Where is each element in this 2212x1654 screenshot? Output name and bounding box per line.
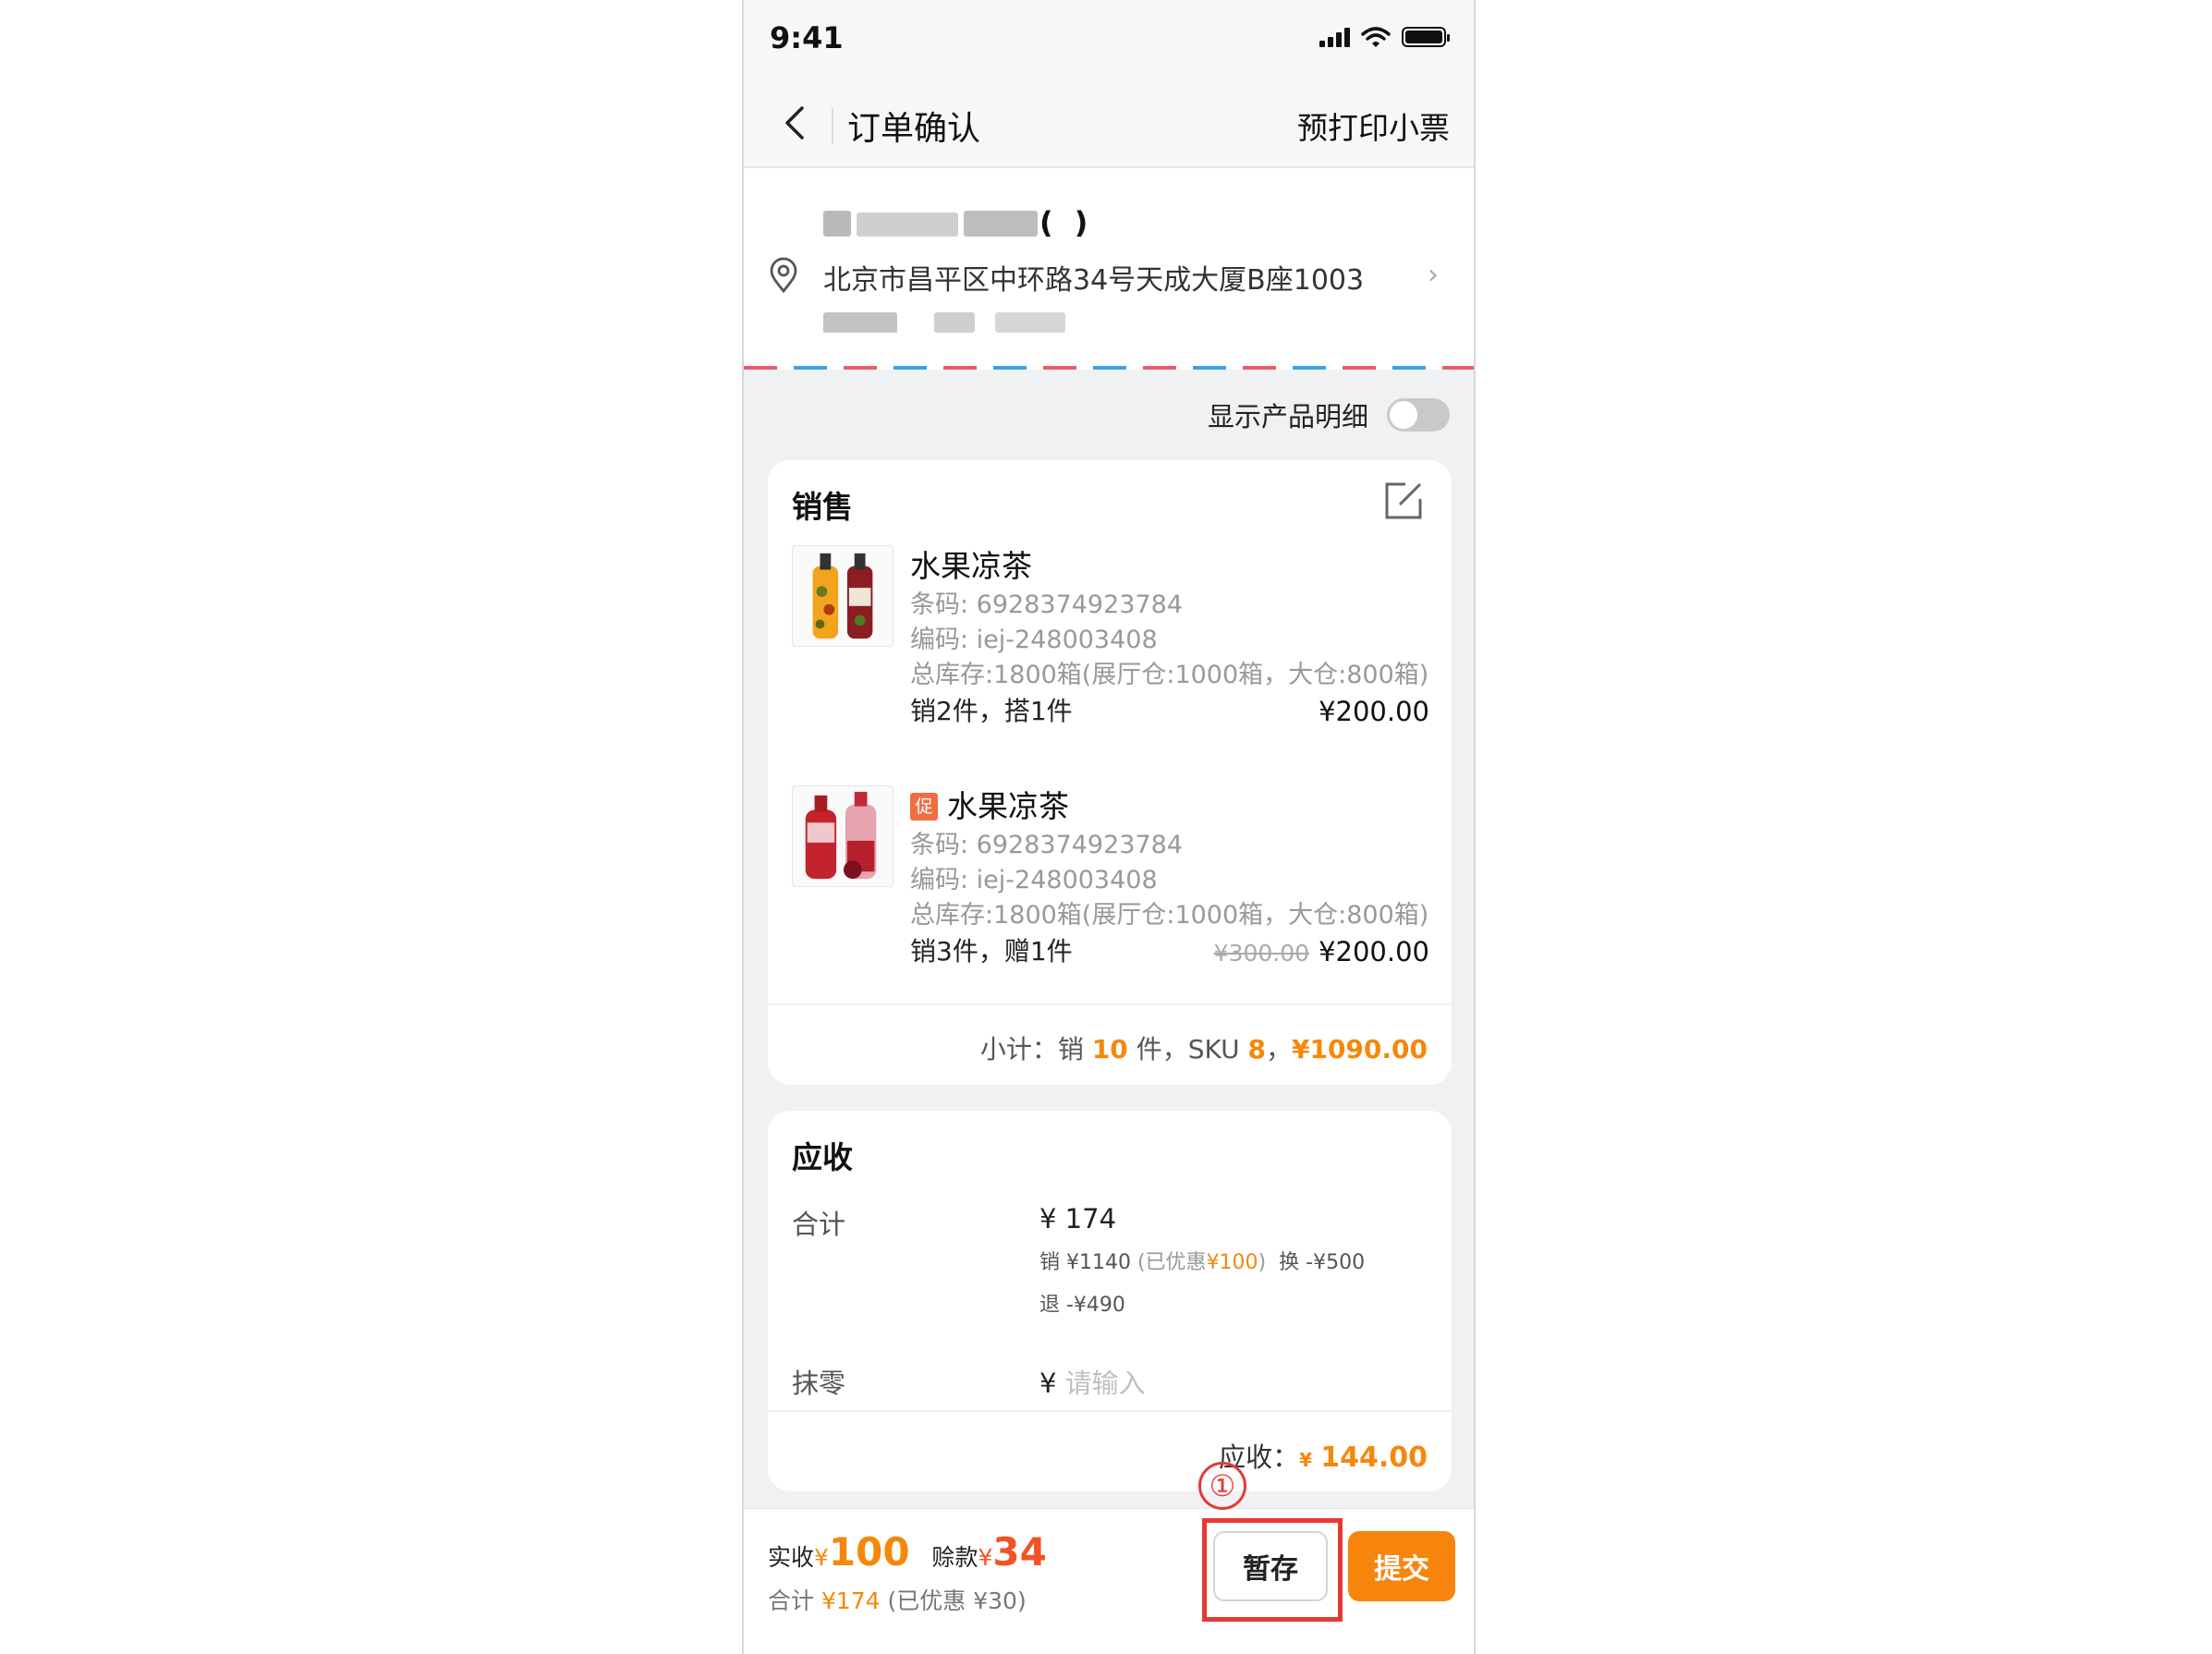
- product-stock: 总库存:1800箱(展厅仓:1000箱，大仓:800箱): [910, 901, 1429, 930]
- status-icons: [1319, 26, 1450, 48]
- product-original-price: ¥300.00: [1213, 940, 1310, 967]
- phone-screen: 9:41 订单确认 预打印小票 ( ) 北京市昌平区中环路34号天成大厦B座10…: [742, 0, 1476, 1654]
- bottom-action-bar: 实收¥100 赊款¥34 合计 ¥174 (已优惠 ¥30) 暂存 提交: [744, 1508, 1474, 1654]
- total-summary: 合计 ¥174 (已优惠 ¥30): [768, 1587, 1027, 1614]
- chevron-right-icon: ›: [1428, 259, 1439, 291]
- product-info: 水果凉茶 条码: 6928374923784 编码: iej-248003408…: [910, 545, 1429, 730]
- product-name: 水果凉茶: [910, 548, 1032, 584]
- submit-button[interactable]: 提交: [1348, 1531, 1455, 1601]
- product-qty: 销2件，搭1件: [910, 696, 1073, 726]
- total-breakdown: 销 ¥1140 (已优惠¥100) 换 -¥500: [1039, 1251, 1366, 1274]
- sales-card: 销售 水果凉茶 条码: 6928374923784 编码: iej-248003…: [768, 460, 1452, 1085]
- product-price: ¥200.00: [1319, 696, 1429, 727]
- customer-name-redacted: ( ): [823, 205, 1119, 242]
- product-code: 编码: iej-248003408: [910, 866, 1158, 894]
- receivable-title: 应收: [792, 1139, 853, 1175]
- annotation-marker: ①: [1198, 1462, 1246, 1510]
- round-off-placeholder: 请输入: [1064, 1368, 1146, 1399]
- promo-badge: 促: [910, 793, 938, 821]
- total-label: 合计: [792, 1209, 846, 1240]
- due-bar: 应收：¥ 144.00: [768, 1410, 1452, 1491]
- return-breakdown: 退 -¥490: [1039, 1294, 1125, 1317]
- subtotal-qty: 10: [1091, 1034, 1128, 1064]
- sales-title: 销售: [792, 489, 853, 525]
- address-line: 北京市昌平区中环路34号天成大厦B座1003: [823, 264, 1365, 297]
- contact-phone-redacted: [823, 305, 1082, 333]
- chevron-left-icon: [785, 106, 804, 140]
- back-button[interactable]: [772, 100, 818, 146]
- product-qty-row: 销3件，赠1件 ¥300.00 ¥200.00: [910, 933, 1429, 970]
- product-code: 编码: iej-248003408: [910, 626, 1158, 654]
- product-qty-row: 销2件，搭1件 ¥200.00: [910, 693, 1429, 730]
- wifi-icon: [1361, 27, 1391, 47]
- product-price: ¥200.00: [1319, 936, 1429, 967]
- edit-icon[interactable]: [1383, 480, 1424, 521]
- product-price-group: ¥300.00 ¥200.00: [1214, 933, 1429, 972]
- product-info: 促 水果凉茶 条码: 6928374923784 编码: iej-2480034…: [910, 785, 1429, 970]
- envelope-stripe: [744, 366, 1474, 370]
- delivery-address[interactable]: ( ) 北京市昌平区中环路34号天成大厦B座1003 ›: [744, 168, 1474, 370]
- product-barcode: 条码: 6928374923784: [910, 831, 1183, 859]
- product-detail-toggle-row: 显示产品明细: [1208, 395, 1450, 434]
- total-value: ¥ 174: [1039, 1203, 1117, 1234]
- product-name: 促 水果凉茶: [910, 785, 1429, 828]
- round-off-input[interactable]: ¥ 请输入: [1039, 1362, 1146, 1401]
- page-title: 订单确认: [847, 110, 981, 148]
- product-item[interactable]: 水果凉茶 条码: 6928374923784 编码: iej-248003408…: [792, 545, 1429, 748]
- battery-icon: [1402, 27, 1450, 47]
- payment-summary: 实收¥100 赊款¥34: [768, 1529, 1047, 1575]
- product-image: [792, 545, 893, 647]
- product-stock: 总库存:1800箱(展厅仓:1000箱，大仓:800箱): [910, 661, 1429, 689]
- toggle-label: 显示产品明细: [1207, 401, 1368, 432]
- toggle-knob: [1390, 401, 1417, 429]
- subtotal-sku: 8: [1247, 1034, 1266, 1064]
- nav-divider: [832, 107, 833, 144]
- product-image: [792, 785, 893, 887]
- credit-amount: 34: [992, 1529, 1047, 1575]
- nav-bar: 订单确认 预打印小票: [744, 81, 1474, 168]
- product-qty: 销3件，赠1件: [910, 936, 1073, 967]
- received-amount: 100: [828, 1529, 910, 1575]
- product-item[interactable]: 促 水果凉茶 条码: 6928374923784 编码: iej-2480034…: [792, 785, 1429, 989]
- round-off-label: 抹零: [792, 1368, 846, 1399]
- save-draft-button[interactable]: 暂存: [1213, 1531, 1328, 1601]
- cellular-signal-icon: [1319, 27, 1350, 47]
- status-bar: 9:41: [744, 0, 1474, 81]
- status-time: 9:41: [770, 20, 844, 55]
- subtotal-bar: 小计：销 10 件，SKU 8，¥1090.00: [768, 1003, 1452, 1085]
- due-amount: 应收：¥ 144.00: [1219, 1441, 1428, 1474]
- receivable-card: 应收 合计 ¥ 174 销 ¥1140 (已优惠¥100) 换 -¥500 退 …: [768, 1111, 1452, 1491]
- product-barcode: 条码: 6928374923784: [910, 590, 1183, 619]
- pre-print-receipt-button[interactable]: 预打印小票: [1297, 103, 1450, 148]
- location-pin-icon: [770, 257, 797, 294]
- subtotal-amount: ¥1090.00: [1291, 1034, 1428, 1064]
- subtotal: 小计：销 10 件，SKU 8，¥1090.00: [979, 1034, 1428, 1064]
- show-product-detail-toggle[interactable]: [1387, 398, 1450, 432]
